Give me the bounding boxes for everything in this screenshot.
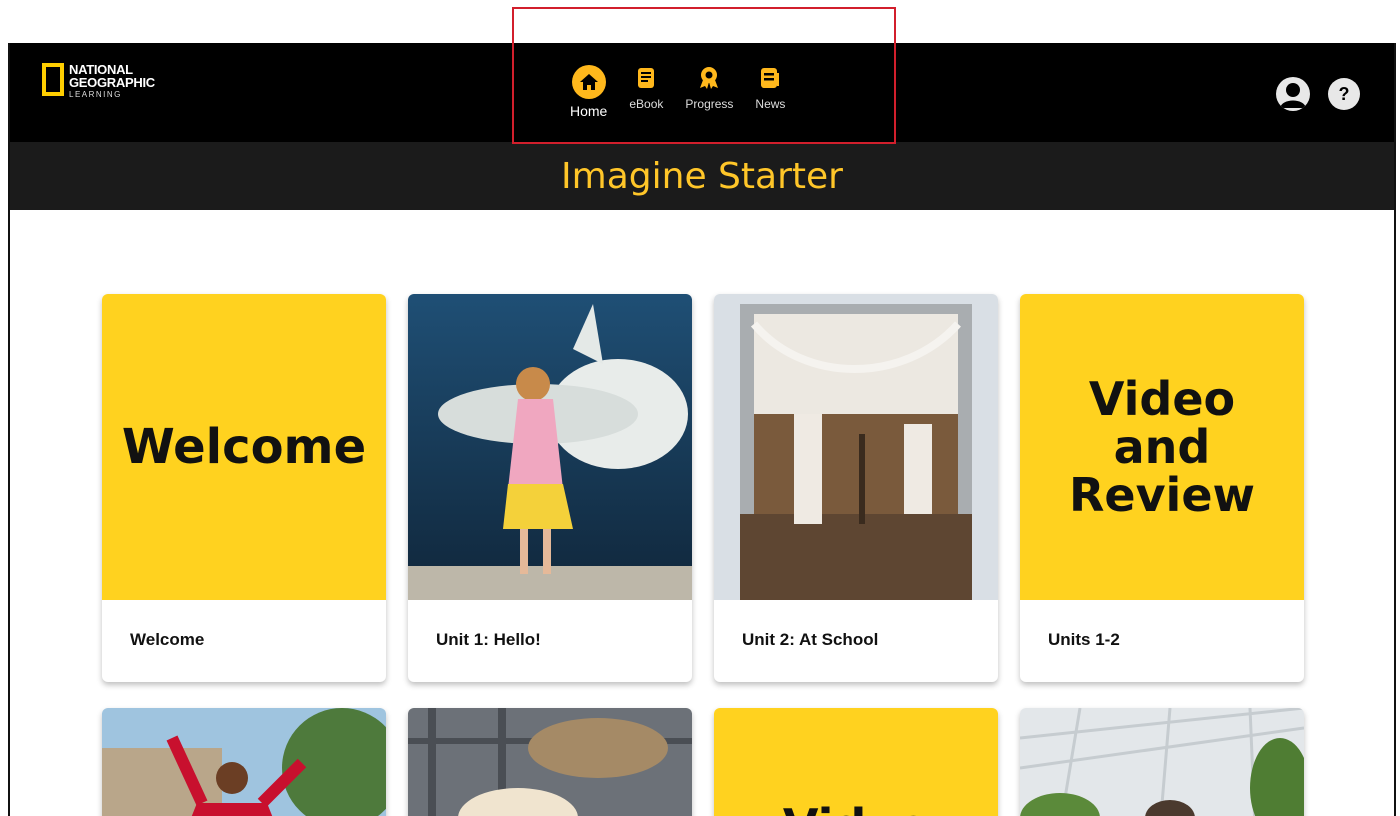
card-unit-2[interactable]: Unit 2: At School (714, 294, 998, 682)
course-title-band: Imagine Starter (10, 142, 1394, 210)
home-icon (571, 65, 606, 99)
nav-news[interactable]: News (755, 65, 785, 111)
card-thumbnail-line: and (1113, 419, 1211, 474)
nav-home[interactable]: Home (570, 65, 607, 119)
card-thumbnail-text: Welcome (121, 418, 367, 475)
main-nav: Home eBook Progress News (570, 65, 807, 119)
card-row2-1[interactable] (102, 708, 386, 816)
card-thumbnail: Video and Review (1020, 294, 1304, 600)
logo-line-2: GEOGRAPHIC (69, 75, 155, 90)
ebook-icon (633, 65, 659, 91)
card-caption: Welcome (130, 630, 205, 649)
nav-ebook[interactable]: eBook (629, 65, 663, 111)
nav-progress-label: Progress (685, 97, 734, 111)
card-thumbnail-line: Video (1088, 371, 1236, 426)
card-caption: Unit 2: At School (742, 630, 879, 649)
nav-progress[interactable]: Progress (685, 65, 733, 111)
lamb-photo (408, 708, 692, 816)
greenhouse-photo (1020, 708, 1304, 816)
nav-ebook-label: eBook (629, 97, 664, 111)
card-row2-3[interactable]: Video (714, 708, 998, 816)
app-frame: NATIONAL GEOGRAPHIC LEARNING Home eBook … (8, 43, 1396, 816)
top-navigation-bar: NATIONAL GEOGRAPHIC LEARNING Home eBook … (10, 43, 1394, 142)
nav-news-label: News (755, 97, 786, 111)
card-caption: Units 1-2 (1048, 630, 1120, 649)
logo-yellow-border-icon (42, 63, 64, 96)
natgeo-logo[interactable]: NATIONAL GEOGRAPHIC LEARNING (42, 63, 155, 99)
page-title: Imagine Starter (561, 155, 843, 197)
logo-line-3: LEARNING (69, 90, 122, 99)
card-unit-1[interactable]: Unit 1: Hello! (408, 294, 692, 682)
girl-beluga-photo (408, 294, 692, 600)
card-video-review[interactable]: Video and Review Units 1-2 (1020, 294, 1304, 682)
card-caption: Unit 1: Hello! (436, 630, 541, 649)
card-row2-4[interactable] (1020, 708, 1304, 816)
award-icon (696, 65, 722, 91)
user-icon[interactable] (1276, 77, 1310, 111)
help-button[interactable]: ? (1328, 78, 1360, 110)
card-thumbnail-line: Review (1068, 468, 1256, 523)
card-row2-2[interactable] (408, 708, 692, 816)
card-thumbnail-text: Video (783, 801, 929, 816)
card-welcome[interactable]: Welcome Welcome (102, 294, 386, 682)
nav-home-label: Home (570, 103, 608, 119)
card-thumbnail: Welcome (102, 294, 386, 600)
boy-red-jacket-photo (102, 708, 386, 816)
school-net-photo (714, 294, 998, 600)
card-thumbnail: Video (714, 708, 998, 816)
news-icon (757, 65, 783, 91)
